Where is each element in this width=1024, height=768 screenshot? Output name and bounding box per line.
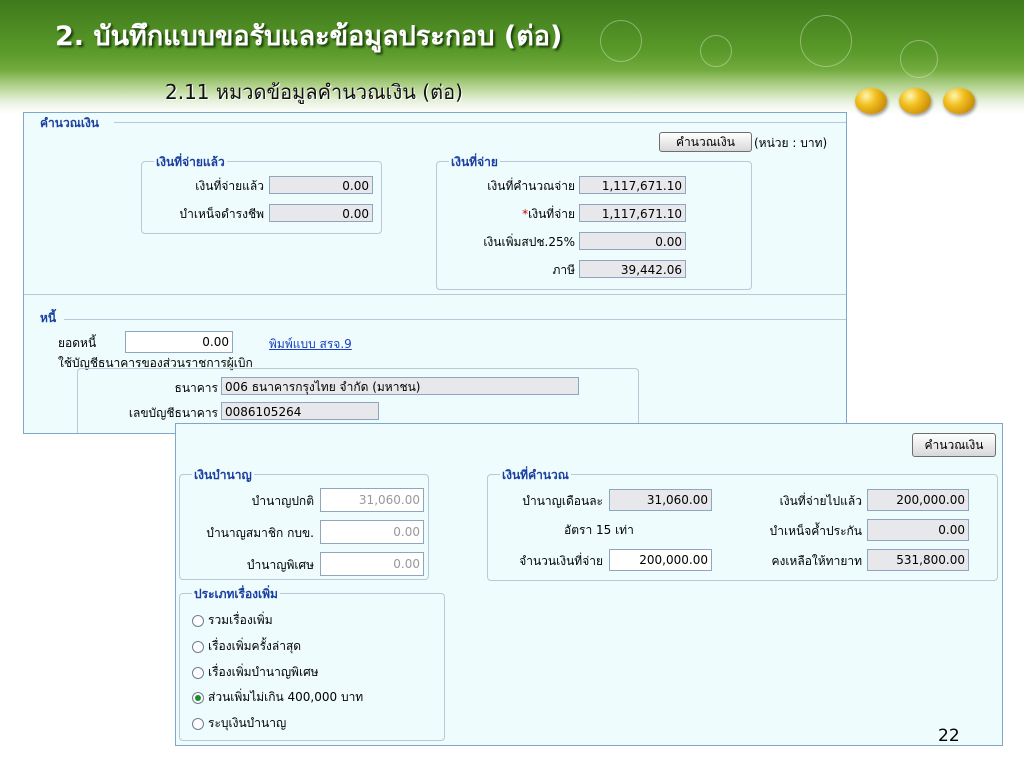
calc-button[interactable]: คำนวณเงิน [659,132,752,152]
decor-ball [899,88,931,114]
monthly-pension-field[interactable]: 31,060.00 [609,489,712,511]
radio-dot [195,694,201,701]
bank-label: ธนาคาร [174,381,218,395]
addition-type-legend: ประเภทเรื่องเพิ่ม [192,585,280,604]
pay-amount-field[interactable]: 200,000.00 [609,549,712,571]
radio-option[interactable]: รวมเรื่องเพิ่ม [192,611,273,630]
pay-label: *เงินที่จ่าย [437,205,575,224]
radio-button[interactable] [192,691,204,704]
calc-money-panel: คำนวณเงิน คำนวณเงิน (หน่วย : บาท) เงินที… [23,112,847,434]
guarantee-field[interactable]: 0.00 [867,519,969,541]
paid-label: เงินที่จ่ายแล้ว [195,179,264,193]
decor-circle [800,15,852,67]
member-pension-field[interactable]: 0.00 [320,520,424,544]
debt-legend: หนี้ [38,309,59,328]
decor-ball [943,88,975,114]
normal-pension-field[interactable]: 31,060.00 [320,488,424,512]
special-pension-label: บำนาญพิเศษ [246,558,314,572]
divider [114,122,846,123]
radio-button[interactable] [192,614,204,627]
calc-money-legend: คำนวณเงิน [38,114,102,133]
radio-option[interactable]: เรื่องเพิ่มครั้งล่าสุด [192,637,301,656]
tax-field[interactable]: 39,442.06 [579,260,686,278]
member-pension-label: บำนาญสมาชิก กบข. [206,526,314,540]
heir-field[interactable]: 531,800.00 [867,549,969,571]
calc-pay-label: เงินที่คำนวณจ่าย [487,179,575,193]
debt-amount-label: ยอดหนี้ [58,336,97,350]
radio-label: รวมเรื่องเพิ่ม [208,613,273,627]
radio-button[interactable] [192,666,204,679]
tax-label: ภาษี [552,263,575,277]
paid-group: เงินที่จ่ายแล้ว เงินที่จ่ายแล้ว 0.00 บำเ… [141,153,382,234]
radio-option[interactable]: ระบุเงินบำนาญ [192,714,286,733]
page-number: 22 [938,726,960,746]
payment-legend: เงินที่จ่าย [449,153,500,172]
debt-amount-field[interactable]: 0.00 [125,331,233,353]
already-paid-label: เงินที่จ่ายไปแล้ว [779,494,862,508]
extra-label: เงินเพิ่มสปช.25% [483,235,575,249]
pension-legend: เงินบำนาญ [192,466,254,485]
radio-label: ระบุเงินบำนาญ [208,716,287,730]
radio-label: เรื่องเพิ่มครั้งล่าสุด [208,639,302,653]
pension-remain-label: บำเหน็จดำรงชีพ [179,207,265,221]
calc-pay-field[interactable]: 1,117,671.10 [579,176,686,194]
account-field[interactable]: 0086105264 [221,402,379,420]
print-form-link[interactable]: พิมพ์แบบ สรจ.9 [269,335,352,354]
monthly-pension-label: บำนาญเดือนละ [522,494,603,508]
slide-subtitle: 2.11 หมวดข้อมูลคำนวณเงิน (ต่อ) [165,80,463,104]
pension-panel: คำนวณเงิน เงินบำนาญ บำนาญปกติ 31,060.00 … [175,423,1003,746]
computed-legend: เงินที่คำนวณ [500,466,571,485]
slide-title: 2. บันทึกแบบขอรับและข้อมูลประกอบ (ต่อ) [55,21,563,52]
paid-field[interactable]: 0.00 [269,176,373,194]
special-pension-field[interactable]: 0.00 [320,552,424,576]
account-label: เลขบัญชีธนาคาร [128,406,218,420]
heir-label: คงเหลือให้ทายาท [771,554,862,568]
decor-circle [600,20,642,62]
pension-calc-button[interactable]: คำนวณเงิน [912,433,996,457]
radio-label: เรื่องเพิ่มบำนาญพิเศษ [208,665,319,679]
payment-group: เงินที่จ่าย เงินที่คำนวณจ่าย 1,117,671.1… [436,153,752,290]
pay-amount-label: จำนวนเงินที่จ่าย [519,554,603,568]
pay-label-text: เงินที่จ่าย [528,207,575,221]
unit-label: (หน่วย : บาท) [754,136,828,150]
rate-text: อัตรา 15 เท่า [564,523,634,537]
decor-circle [700,35,732,67]
radio-button[interactable] [192,717,204,730]
pension-group: เงินบำนาญ บำนาญปกติ 31,060.00 บำนาญสมาชิ… [179,466,429,580]
radio-option[interactable]: เรื่องเพิ่มบำนาญพิเศษ [192,663,319,682]
radio-option[interactable]: ส่วนเพิ่มไม่เกิน 400,000 บาท [192,688,363,707]
pension-remain-field[interactable]: 0.00 [269,204,373,222]
divider [64,319,846,320]
radio-label: ส่วนเพิ่มไม่เกิน 400,000 บาท [208,690,364,704]
decor-ball [855,88,887,114]
paid-legend: เงินที่จ่ายแล้ว [154,153,227,172]
guarantee-label: บำเหน็จค้ำประกัน [769,524,862,538]
bank-field[interactable]: 006 ธนาคารกรุงไทย จำกัด (มหาชน) [221,377,579,395]
normal-pension-label: บำนาญปกติ [251,494,314,508]
extra-field[interactable]: 0.00 [579,232,686,250]
computed-group: เงินที่คำนวณ บำนาญเดือนละ 31,060.00 อัตร… [487,466,998,581]
pay-field[interactable]: 1,117,671.10 [579,204,686,222]
divider [24,294,846,295]
radio-button[interactable] [192,640,204,653]
addition-type-group: ประเภทเรื่องเพิ่ม รวมเรื่องเพิ่ม เรื่องเ… [179,585,445,741]
already-paid-field[interactable]: 200,000.00 [867,489,969,511]
